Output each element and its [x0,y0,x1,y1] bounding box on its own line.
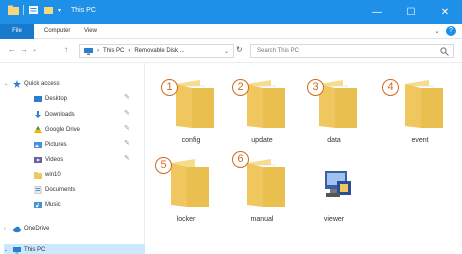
expand-chevron-icon[interactable]: ⌄ [4,244,10,254]
sidebar-item-label: Pictures [45,142,67,148]
new-folder-icon[interactable] [43,5,54,15]
pin-icon: ✎ [124,155,130,162]
pin-icon: ✎ [124,110,130,117]
callout-number: 2 [232,79,249,96]
pin-icon: ✎ [124,94,130,101]
path-separator: › [128,48,131,54]
download-icon [35,111,41,118]
refresh-icon[interactable]: ↻ [236,45,243,54]
sidebar-item-label: Music [45,202,61,208]
back-arrow-icon[interactable]: ← [8,45,16,54]
onedrive-icon [13,226,21,233]
help-icon[interactable]: ? [446,26,456,36]
sidebar-item-label: win10 [45,172,61,178]
desktop-icon [34,96,42,102]
sidebar-item-this-pc[interactable]: ⌄ This PC [4,244,145,254]
properties-icon[interactable] [28,5,39,15]
recent-dropdown-icon[interactable]: ⌄ [32,46,37,53]
sidebar-item-music[interactable]: Music [34,199,61,211]
sidebar-item-google-drive[interactable]: Google Drive [34,124,80,136]
application-viewer[interactable]: viewer [302,153,366,229]
breadcrumb-removable-disk[interactable]: Removable Disk ... [134,48,184,54]
sidebar-item-label: Downloads [45,112,75,118]
folder-icon [34,172,42,179]
close-button[interactable]: ✕ [428,0,462,24]
callout-number: 1 [161,79,178,96]
file-name: event [411,137,429,144]
sidebar-item-label: Documents [45,187,76,193]
music-icon [34,202,42,208]
file-name: data [327,137,341,144]
callout-number: 6 [232,151,249,168]
expand-chevron-icon[interactable]: › [4,223,10,235]
file-name: viewer [323,216,345,223]
folder-icon [405,80,443,128]
address-dropdown-icon[interactable]: ⌄ [224,48,229,55]
application-icon [325,171,351,197]
folder-icon [247,159,285,207]
sidebar-item-pictures[interactable]: Pictures [34,139,67,151]
file-list: config 1 update 2 data 3 event 4 locker … [146,63,462,254]
sidebar-item-onedrive[interactable]: › OneDrive [4,223,49,235]
callout-number: 5 [155,157,172,174]
sidebar-item-win10[interactable]: win10 [34,169,61,181]
pictures-icon [34,142,42,148]
quick-access-toolbar: ▾ This PC [8,5,96,15]
sidebar-item-label: Videos [45,157,64,163]
navigation-pane: ⌄ Quick access Desktop ✎ Downloads ✎ Goo… [0,63,145,254]
sidebar-item-desktop[interactable]: Desktop [34,93,67,105]
title-bar: ▾ This PC — ☐ ✕ [0,0,462,24]
window-controls: — ☐ ✕ [360,0,462,24]
path-separator: › [97,48,99,54]
documents-icon [34,186,42,194]
callout-number: 3 [307,79,324,96]
window-title: This PC [71,6,96,14]
forward-arrow-icon[interactable]: → [20,45,28,54]
address-row: ← → ⌄ ↑ › This PC › Removable Disk ... ⌄… [0,39,462,63]
search-placeholder: Search This PC [257,48,299,54]
expand-chevron-icon[interactable]: ⌄ [4,78,10,90]
computer-icon [84,47,93,55]
tab-view[interactable]: View [84,24,97,39]
address-bar[interactable]: › This PC › Removable Disk ... ⌄ [79,44,234,58]
pin-icon: ✎ [124,125,130,132]
file-name: manual [250,216,274,223]
chevron-down-icon[interactable]: ⌄ [434,27,440,35]
sidebar-item-documents[interactable]: Documents [34,184,75,196]
callout-number: 4 [382,79,399,96]
sidebar-item-quick-access[interactable]: ⌄ Quick access [4,78,60,90]
ribbon-right: ⌄ ? [434,26,456,36]
sidebar-item-label: Desktop [45,96,68,102]
star-icon [13,80,21,88]
pin-icon: ✎ [124,140,130,147]
toolbar-divider [23,5,24,15]
tab-computer[interactable]: Computer [44,24,70,39]
ribbon-tabs: File Computer View ⌄ ? [0,24,462,39]
google-drive-icon [34,126,42,133]
minimize-button[interactable]: — [360,0,394,24]
qat-dropdown-icon[interactable]: ▾ [58,7,61,14]
videos-icon [34,157,42,163]
sidebar-item-label: Google Drive [45,127,81,133]
sidebar-item-videos[interactable]: Videos [34,154,63,166]
folder-icon[interactable] [8,5,19,15]
file-name: config [181,137,201,144]
search-icon[interactable] [440,47,449,56]
search-input[interactable]: Search This PC [250,44,454,58]
sidebar-item-label: OneDrive [24,226,50,232]
file-name: update [251,137,273,144]
file-name: locker [176,216,196,223]
sidebar-item-label: This PC [24,247,46,253]
tab-file[interactable]: File [0,24,34,39]
breadcrumb-this-pc[interactable]: This PC [103,48,124,54]
sidebar-item-downloads[interactable]: Downloads [34,109,75,121]
maximize-button[interactable]: ☐ [394,0,428,24]
sidebar-item-label: Quick access [24,81,60,87]
up-arrow-icon[interactable]: ↑ [64,45,68,54]
computer-icon [13,247,21,254]
